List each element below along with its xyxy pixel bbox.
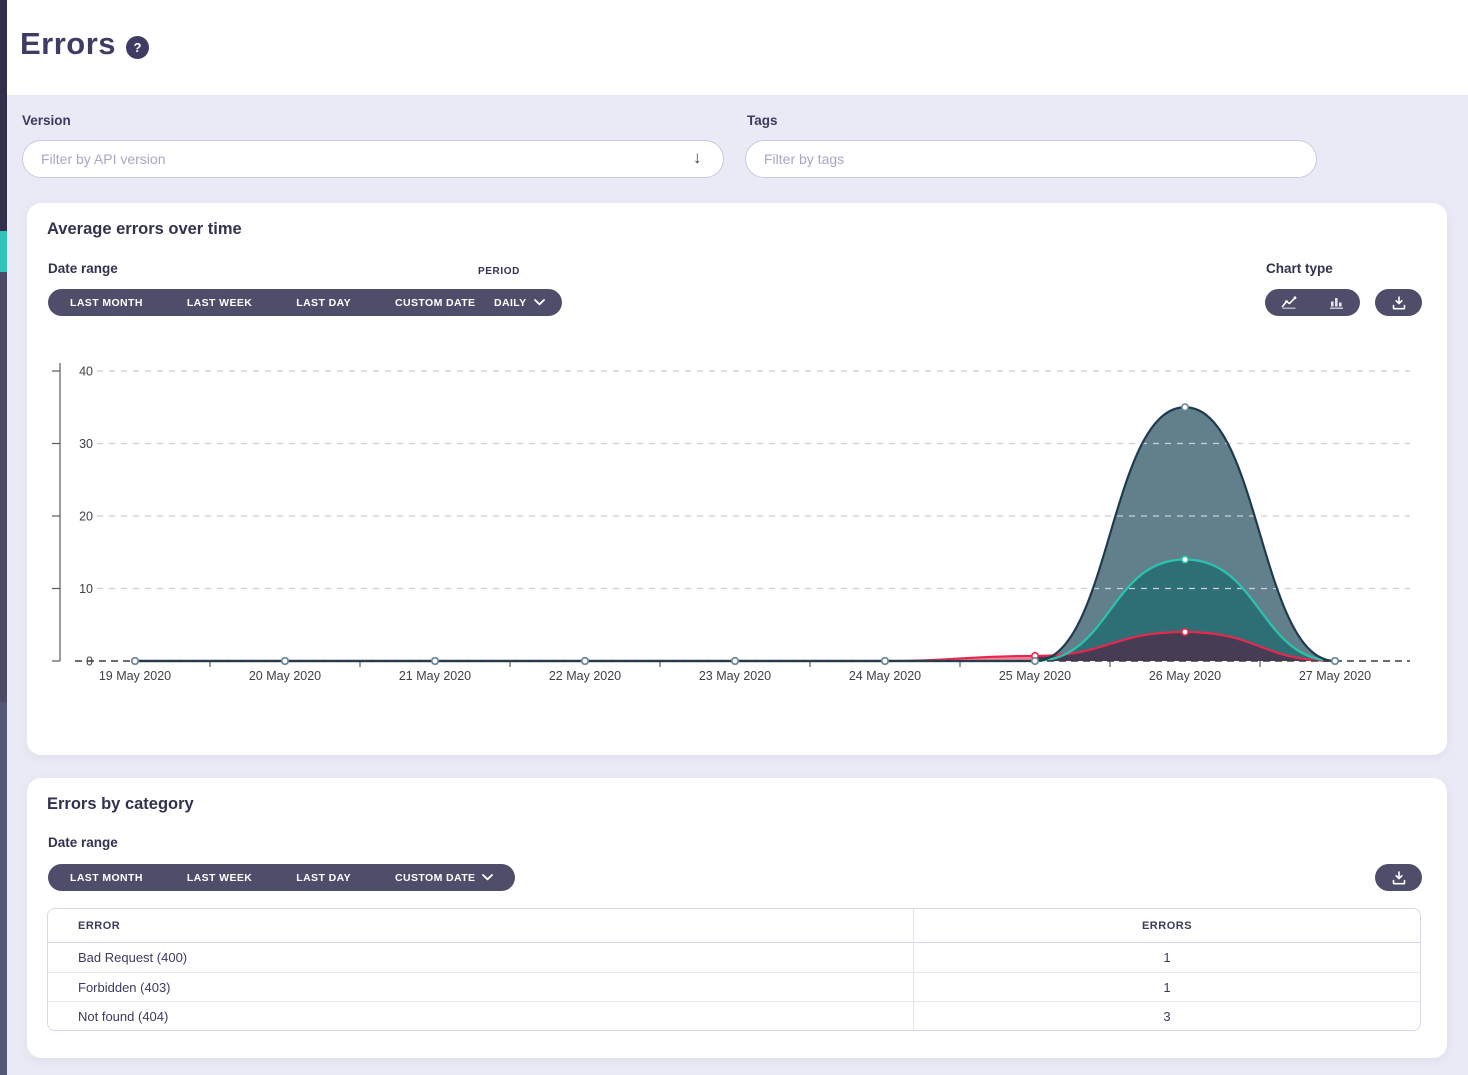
download-button[interactable] [1375,289,1422,316]
page-header: Errors ? [0,0,1468,95]
chevron-down-icon [482,874,493,881]
download-button[interactable] [1375,864,1422,891]
avg-errors-card: Average errors over time Date range LAST… [27,203,1447,755]
chart-type-button-group [1265,289,1360,316]
table-row: Forbidden (403) 1 [48,972,1420,1001]
bar-chart-button[interactable] [1313,289,1360,316]
error-count: 3 [914,1001,1420,1030]
date-range-button-group: LAST MONTH LAST WEEK LAST DAY CUSTOM DAT… [48,864,515,891]
date-range-label: Date range [48,261,118,276]
avg-card-title: Average errors over time [47,220,242,239]
sidebar-edge-top [0,0,7,231]
svg-text:40: 40 [79,365,93,379]
error-name: Bad Request (400) [48,943,914,972]
svg-text:19 May 2020: 19 May 2020 [99,669,171,683]
svg-text:23 May 2020: 23 May 2020 [699,669,771,683]
svg-text:20 May 2020: 20 May 2020 [249,669,321,683]
date-range-label: Date range [48,835,118,850]
svg-text:21 May 2020: 21 May 2020 [399,669,471,683]
error-name: Not found (404) [48,1001,914,1030]
table-header-row: ERROR ERRORS [48,909,1420,943]
sidebar-edge-mid [0,272,7,702]
line-chart-icon [1281,296,1297,309]
period-select[interactable]: DAILY [477,289,562,316]
errors-column-header: ERRORS [914,909,1420,943]
svg-text:22 May 2020: 22 May 2020 [549,669,621,683]
line-chart-button[interactable] [1265,289,1313,316]
tags-input[interactable] [745,140,1317,178]
date-range-button-group: LAST MONTH LAST WEEK LAST DAY CUSTOM DAT… [48,289,515,316]
last-day-button[interactable]: LAST DAY [274,864,373,891]
sidebar-edge-bottom [0,702,7,1075]
bar-chart-icon [1329,296,1344,309]
svg-text:27 May 2020: 27 May 2020 [1299,669,1371,683]
sidebar-edge-active-indicator [0,231,7,272]
error-name: Forbidden (403) [48,972,914,1001]
error-count: 1 [914,943,1420,972]
errors-table: ERROR ERRORS Bad Request (400) 1 Forbidd… [47,908,1421,1031]
filter-bar: Version ↓ Tags ADD TAG [0,95,1468,203]
last-day-button[interactable]: LAST DAY [274,289,373,316]
error-column-header: ERROR [48,909,914,943]
table-row: Not found (404) 3 [48,1001,1420,1030]
help-icon[interactable]: ? [126,36,149,59]
table-row: Bad Request (400) 1 [48,943,1420,972]
svg-text:26 May 2020: 26 May 2020 [1149,669,1221,683]
page-title: Errors [20,26,116,62]
last-month-button[interactable]: LAST MONTH [48,289,165,316]
last-week-button[interactable]: LAST WEEK [165,864,274,891]
svg-text:10: 10 [79,582,93,596]
chevron-down-icon [534,299,545,306]
errors-by-category-card: Errors by category Date range LAST MONTH… [27,778,1447,1058]
category-card-title: Errors by category [47,795,194,814]
svg-text:20: 20 [79,510,93,524]
download-icon [1392,296,1406,310]
svg-text:25 May 2020: 25 May 2020 [999,669,1071,683]
last-week-button[interactable]: LAST WEEK [165,289,274,316]
custom-date-button[interactable]: CUSTOM DATE [373,864,515,891]
chart-type-label: Chart type [1266,261,1333,276]
last-month-button[interactable]: LAST MONTH [48,864,165,891]
svg-text:30: 30 [79,437,93,451]
error-count: 1 [914,972,1420,1001]
svg-text:24 May 2020: 24 May 2020 [849,669,921,683]
version-label: Version [22,113,71,128]
period-label: PERIOD [478,266,520,277]
tags-label: Tags [747,113,778,128]
download-icon [1392,871,1406,885]
errors-chart: 01020304019 May 202020 May 202021 May 20… [27,355,1447,695]
version-select-input[interactable] [22,140,724,178]
